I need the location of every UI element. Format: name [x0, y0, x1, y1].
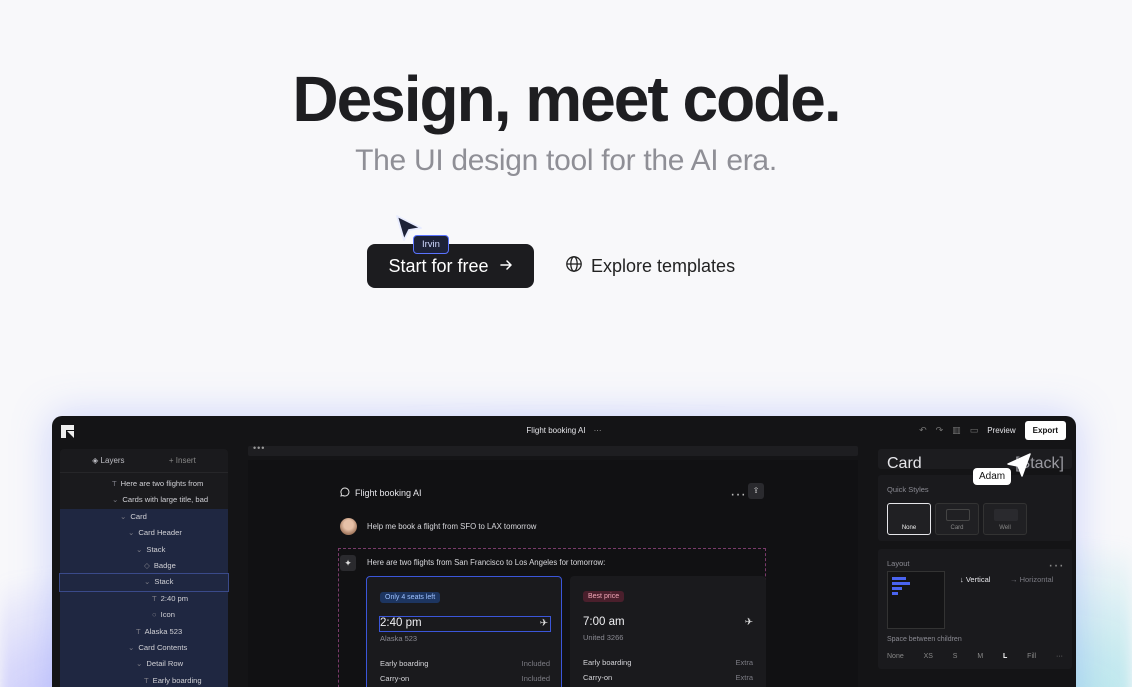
detail-row: Carry-on Included	[380, 674, 550, 683]
space-option-none[interactable]: None	[887, 653, 904, 660]
detail-row: Early boarding Included	[380, 659, 550, 668]
space-option-s[interactable]: S	[953, 653, 958, 660]
detail-row: Early boarding Extra	[583, 658, 753, 667]
globe-icon	[565, 255, 583, 278]
plane-icon: ✈	[539, 618, 548, 629]
chat-more-icon[interactable]: ···	[730, 486, 746, 504]
detail-value: Extra	[735, 658, 753, 667]
quick-style-well[interactable]: Well	[983, 503, 1027, 535]
start-for-free-button[interactable]: Start for free	[367, 244, 534, 288]
flight-time: 2:40 pm	[380, 617, 422, 629]
arrow-right-icon	[499, 256, 513, 277]
seats-badge: Only 4 seats left	[380, 592, 441, 603]
quick-style-card[interactable]: Card	[935, 503, 979, 535]
layout-title: Layout	[887, 559, 910, 568]
cursor-pointer-icon	[1007, 453, 1031, 477]
space-option-xs[interactable]: XS	[924, 653, 933, 660]
detail-row: Carry-on Extra	[583, 673, 753, 682]
flight-number: United 3266	[583, 633, 624, 642]
ai-message: Here are two flights from San Francisco …	[367, 558, 606, 567]
detail-value: Included	[521, 659, 550, 668]
space-option-fill[interactable]: Fill	[1027, 653, 1036, 660]
quick-style-label: None	[901, 525, 917, 531]
layout-more-icon[interactable]: ···	[1048, 557, 1064, 575]
flight-card[interactable]: Best price 7:00 am ✈ United 3266 Early b…	[570, 576, 766, 687]
price-badge: Best price	[583, 591, 625, 602]
chat-bubble-icon	[340, 487, 350, 499]
layout-section: Layout ··· ↓ Vertical → Horizontal Space…	[878, 549, 1072, 669]
sparkle-icon: ✦	[340, 555, 356, 571]
space-option-l[interactable]: L	[1003, 653, 1007, 660]
detail-label: Early boarding	[583, 658, 632, 667]
direction-horizontal[interactable]: → Horizontal	[1010, 575, 1053, 584]
explore-templates-link[interactable]: Explore templates	[565, 244, 735, 288]
space-between-label: Space between children	[887, 636, 962, 643]
quick-style-none[interactable]: None	[887, 503, 931, 535]
quick-style-label: Card	[950, 525, 964, 531]
detail-label: Carry-on	[380, 674, 410, 683]
start-for-free-label: Start for free	[388, 255, 489, 276]
plane-icon: ✈	[744, 617, 753, 628]
canvas-content: Flight booking AI ··· ⇪ Help me book a f…	[52, 416, 1076, 687]
collaborator-label-adam: Adam	[973, 468, 1012, 485]
chat-title: Flight booking AI	[340, 487, 422, 499]
chat-title-text: Flight booking AI	[355, 488, 422, 498]
well-style-preview	[994, 509, 1018, 521]
avatar	[340, 518, 357, 535]
detail-label: Early boarding	[380, 659, 429, 668]
quick-styles-section: Quick Styles None Card Well	[878, 475, 1072, 541]
space-option-m[interactable]: M	[977, 653, 983, 660]
quick-style-label: Well	[999, 525, 1011, 531]
hero-title: Design, meet code.	[292, 63, 841, 135]
card-style-preview	[946, 509, 970, 521]
inspector-element-name: Card	[887, 455, 922, 472]
flight-number: Alaska 523	[380, 634, 418, 643]
detail-label: Carry-on	[583, 673, 613, 682]
flight-card[interactable]: Only 4 seats left 2:40 pm ✈ Alaska 523 E…	[366, 576, 562, 687]
share-icon[interactable]: ⇪	[748, 483, 764, 499]
space-options: None XS S M L Fill ···	[887, 653, 1063, 660]
explore-templates-label: Explore templates	[591, 255, 736, 276]
layout-preview	[887, 571, 945, 629]
collaborator-label-irvin: Irvin	[413, 235, 449, 254]
direction-vertical[interactable]: ↓ Vertical	[960, 575, 990, 584]
detail-value: Included	[521, 674, 550, 683]
user-message: Help me book a flight from SFO to LAX to…	[367, 522, 537, 531]
detail-value: Extra	[735, 673, 753, 682]
flight-time: 7:00 am	[583, 616, 625, 628]
quick-styles-title: Quick Styles	[887, 485, 929, 494]
hero-subtitle: The UI design tool for the AI era.	[355, 144, 777, 177]
space-option-more[interactable]: ···	[1056, 653, 1063, 660]
